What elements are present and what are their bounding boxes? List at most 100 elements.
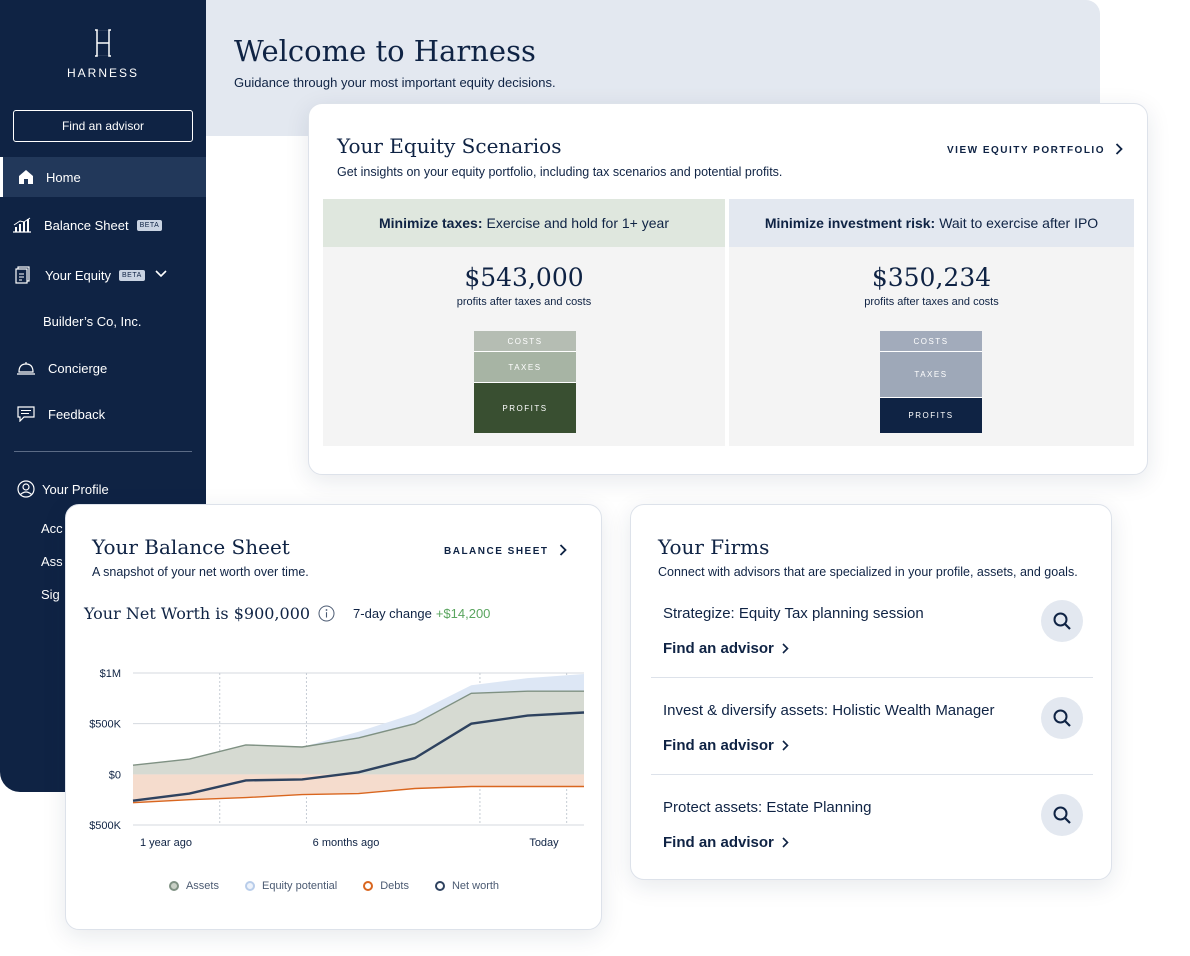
profile-subitem-sign-out[interactable]: Sig <box>41 587 60 602</box>
scenario-amount: $543,000 <box>464 263 584 292</box>
legend-label: Debts <box>380 880 409 892</box>
search-button[interactable] <box>1041 600 1083 642</box>
find-advisor-link[interactable]: Find an advisor <box>663 834 789 851</box>
message-icon <box>16 404 36 424</box>
search-icon <box>1053 806 1071 824</box>
link-label: Find an advisor <box>663 737 774 754</box>
user-circle-icon <box>16 479 36 499</box>
search-button[interactable] <box>1041 697 1083 739</box>
chevron-right-icon <box>782 738 789 754</box>
legend-debts[interactable]: Debts <box>363 880 409 892</box>
segment-costs: COSTS <box>880 331 982 352</box>
segment-taxes: TAXES <box>880 352 982 398</box>
net-worth-chart: $1M $500K $0 $500K 1 year ago 6 months ago Tod… <box>89 668 585 849</box>
firms-card-title: Your Firms <box>658 535 770 559</box>
legend-label: Net worth <box>451 880 500 892</box>
y-tick-label: $1M <box>100 668 121 680</box>
search-icon <box>1053 612 1071 630</box>
view-equity-portfolio-link[interactable]: VIEW EQUITY PORTFOLIO <box>947 142 1123 158</box>
link-label: Find an advisor <box>663 640 774 657</box>
equity-card-subtitle: Get insights on your equity portfolio, i… <box>337 165 783 179</box>
firm-item: Protect assets: Estate Planning Find an … <box>651 793 1093 890</box>
legend-dot <box>168 881 179 891</box>
segment-profits: PROFITS <box>880 398 982 433</box>
legend-label: Assets <box>185 880 219 892</box>
equity-scenarios-card: Your Equity Scenarios Get insights on yo… <box>308 103 1148 475</box>
area-debts <box>133 774 584 803</box>
chevron-down-icon[interactable] <box>155 269 167 281</box>
balance-sheet-link[interactable]: BALANCE SHEET <box>444 543 567 559</box>
find-advisor-link[interactable]: Find an advisor <box>663 640 789 657</box>
net-worth-text: Your Net Worth is $900,000 <box>84 604 311 623</box>
sidebar-item-balance-sheet[interactable]: Balance Sheet BETA <box>0 205 206 245</box>
sidebar-item-label: Balance Sheet <box>44 217 129 233</box>
legend-assets[interactable]: Assets <box>168 880 219 892</box>
segment-profits: PROFITS <box>474 383 576 433</box>
scenario-amount: $350,234 <box>871 263 992 292</box>
legend-equity-potential[interactable]: Equity potential <box>244 880 337 892</box>
scenario-caption: profits after taxes and costs <box>864 296 999 308</box>
balance-card-title: Your Balance Sheet <box>92 535 290 559</box>
sidebar-item-your-profile[interactable]: Your Profile <box>0 469 206 509</box>
scenario-minimize-risk[interactable]: Minimize investment risk: Wait to exerci… <box>729 199 1134 446</box>
your-firms-card: Your Firms Connect with advisors that ar… <box>630 504 1112 880</box>
sidebar-item-feedback[interactable]: Feedback <box>0 394 206 434</box>
firm-divider <box>651 677 1093 678</box>
scenario-header-text: Exercise and hold for 1+ year <box>486 215 669 231</box>
concierge-bell-icon <box>16 358 36 378</box>
scenario-header-text: Wait to exercise after IPO <box>939 215 1099 231</box>
harness-logo-icon <box>88 28 118 58</box>
document-icon <box>13 265 33 285</box>
balance-card-subtitle: A snapshot of your net worth over time. <box>92 565 309 579</box>
change-label: 7-day change <box>353 606 432 621</box>
link-label: BALANCE SHEET <box>444 545 549 557</box>
x-tick-label: 6 months ago <box>313 837 380 849</box>
firm-title: Strategize: Equity Tax planning session <box>663 605 924 622</box>
sidebar-item-your-equity[interactable]: Your Equity BETA <box>0 255 206 295</box>
firms-card-subtitle: Connect with advisors that are specializ… <box>658 565 1078 579</box>
firm-title: Protect assets: Estate Planning <box>663 799 872 816</box>
scenario-header: Minimize investment risk: Wait to exerci… <box>729 199 1134 247</box>
scenario-caption: profits after taxes and costs <box>456 296 592 308</box>
scenario-minimize-taxes[interactable]: Minimize taxes: Exercise and hold for 1+… <box>323 199 725 446</box>
profile-subitem-account[interactable]: Acc <box>41 521 63 536</box>
chevron-right-icon <box>1115 142 1123 158</box>
legend-dot <box>434 881 445 891</box>
scenario-stack: COSTS TAXES PROFITS <box>474 331 576 433</box>
firm-item: Invest & diversify assets: Holistic Weal… <box>651 696 1093 793</box>
profile-subitem-assets[interactable]: Ass <box>41 554 63 569</box>
brand-name: HARNESS <box>66 66 139 80</box>
find-advisor-link[interactable]: Find an advisor <box>663 737 789 754</box>
y-tick-label: $500K <box>89 719 121 731</box>
home-icon <box>16 167 36 187</box>
firm-title: Invest & diversify assets: Holistic Weal… <box>663 702 995 719</box>
find-advisor-button[interactable]: Find an advisor <box>13 110 193 142</box>
scenario-header-bold: Minimize investment risk: <box>764 215 936 231</box>
chevron-right-icon <box>782 641 789 657</box>
sidebar-item-concierge[interactable]: Concierge <box>0 348 206 388</box>
x-tick-label: Today <box>529 837 559 849</box>
legend-dot <box>244 881 255 891</box>
search-icon <box>1053 709 1071 727</box>
chart-legend: Assets Equity potential Debts Net worth <box>66 880 602 892</box>
sidebar-item-home[interactable]: Home <box>0 157 206 197</box>
legend-net-worth[interactable]: Net worth <box>434 880 500 892</box>
beta-badge: BETA <box>119 269 145 281</box>
link-label: VIEW EQUITY PORTFOLIO <box>947 144 1105 156</box>
segment-costs: COSTS <box>474 331 576 352</box>
sidebar-subitem-company[interactable]: Builder’s Co, Inc. <box>43 314 142 329</box>
info-icon[interactable] <box>318 605 335 622</box>
y-tick-label: $0 <box>109 769 121 781</box>
chevron-right-icon <box>782 835 789 851</box>
sidebar-item-label: Home <box>46 169 81 185</box>
firm-item: Strategize: Equity Tax planning session … <box>651 599 1093 696</box>
search-button[interactable] <box>1041 794 1083 836</box>
sidebar-item-label: Feedback <box>48 406 106 422</box>
legend-dot <box>363 881 374 891</box>
scenario-header-bold: Minimize taxes: <box>379 215 483 231</box>
sidebar-item-label: Your Profile <box>42 481 109 497</box>
page-subtitle: Guidance through your most important equ… <box>234 75 556 90</box>
chart-icon <box>12 215 32 235</box>
sidebar-item-label: Concierge <box>48 360 108 376</box>
x-tick-label: 1 year ago <box>140 837 192 849</box>
